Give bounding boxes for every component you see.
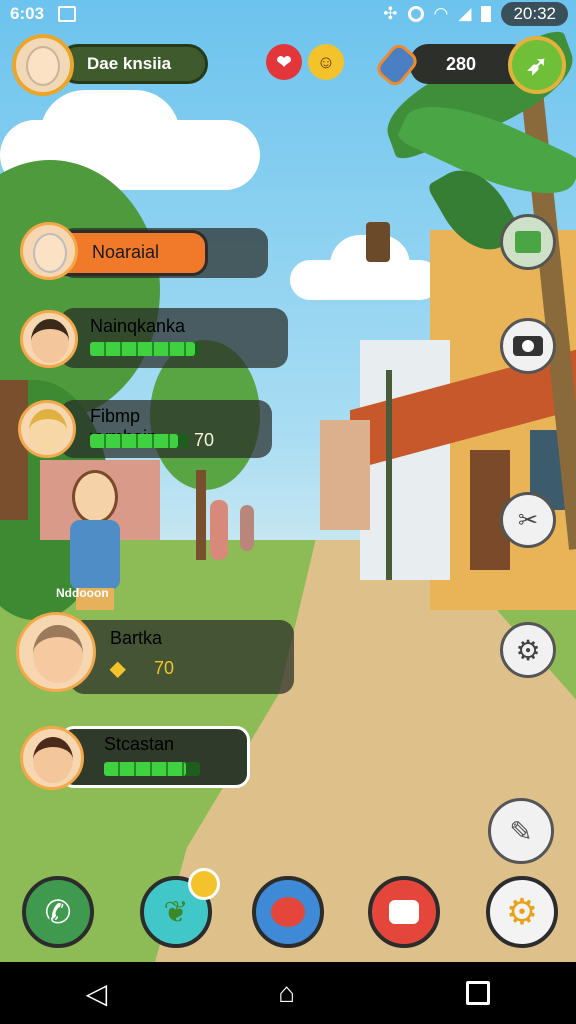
friend-level: 70 <box>154 658 175 678</box>
location-icon <box>407 6 424 22</box>
villager <box>210 500 228 560</box>
camera-icon[interactable] <box>500 318 556 374</box>
progress-fill <box>90 342 195 356</box>
friend-avatar <box>20 222 78 280</box>
progress-bar <box>90 434 188 448</box>
friend-name: Bartka <box>110 628 163 648</box>
heart-hands-icon[interactable]: ❤ <box>266 44 302 80</box>
friend-avatar <box>18 400 76 458</box>
friend-avatar <box>20 310 78 368</box>
player-name-bar[interactable]: Dae knsiia <box>58 44 208 84</box>
status-time: 6:03 <box>10 4 45 23</box>
friend-level: 70 <box>194 430 215 450</box>
status-clock: 20:32 <box>501 2 568 26</box>
house <box>320 420 370 530</box>
friend-panel <box>70 620 294 694</box>
battery-icon <box>481 6 492 22</box>
bug-icon[interactable] <box>252 876 324 948</box>
usb-icon: ✣ <box>383 4 398 23</box>
friend-avatar <box>20 726 84 790</box>
tree-trunk <box>0 380 28 520</box>
smiley-icon[interactable]: ☺ <box>308 44 344 80</box>
friend-name: Nainqkanka <box>90 316 186 336</box>
wifi-icon: ◠ <box>433 4 449 23</box>
wrench-icon[interactable]: ✂ <box>500 492 556 548</box>
home-icon[interactable]: ⌂ <box>278 977 295 1009</box>
coin-amount: 280 <box>446 53 477 74</box>
gear-icon[interactable]: ⚙ <box>486 876 558 948</box>
progress-fill <box>90 434 179 448</box>
friend-name: Noaraial <box>92 242 160 262</box>
chat-icon[interactable] <box>368 876 440 948</box>
character-label: Nddooon <box>56 586 109 600</box>
signal-icon: ◢ <box>458 4 472 23</box>
lantern <box>366 222 390 262</box>
phone-icon[interactable]: ✆ <box>22 876 94 948</box>
map-icon[interactable] <box>500 214 556 270</box>
skateboard-icon <box>373 40 422 90</box>
back-icon[interactable]: ◁ <box>86 977 108 1010</box>
edit-icon[interactable]: ✎ <box>488 798 554 864</box>
recents-icon[interactable] <box>466 981 491 1005</box>
leaf-icon[interactable]: ❦ <box>140 868 220 948</box>
navigation-bar: ◁ ⌂ <box>0 962 576 1024</box>
friend-name: Stcastan <box>104 734 175 754</box>
notification-badge <box>188 868 220 900</box>
villager <box>240 505 254 551</box>
player-avatar[interactable] <box>12 34 74 96</box>
player-name: Dae knsiia <box>87 54 172 73</box>
progress-fill <box>104 762 186 776</box>
progress-bar <box>90 342 200 356</box>
gallery-icon <box>58 6 77 22</box>
tree-trunk <box>196 470 206 560</box>
leaf-arrow-icon[interactable]: ➶ <box>508 36 566 94</box>
badge-icon: ◆ <box>110 658 126 680</box>
status-bar: 6:03 ✣ ◠ ◢ 20:32 <box>0 0 576 28</box>
friend-avatar <box>16 612 96 692</box>
settings-icon[interactable]: ⚙ <box>500 622 556 678</box>
lamp-post <box>386 370 392 580</box>
progress-bar <box>104 762 200 776</box>
